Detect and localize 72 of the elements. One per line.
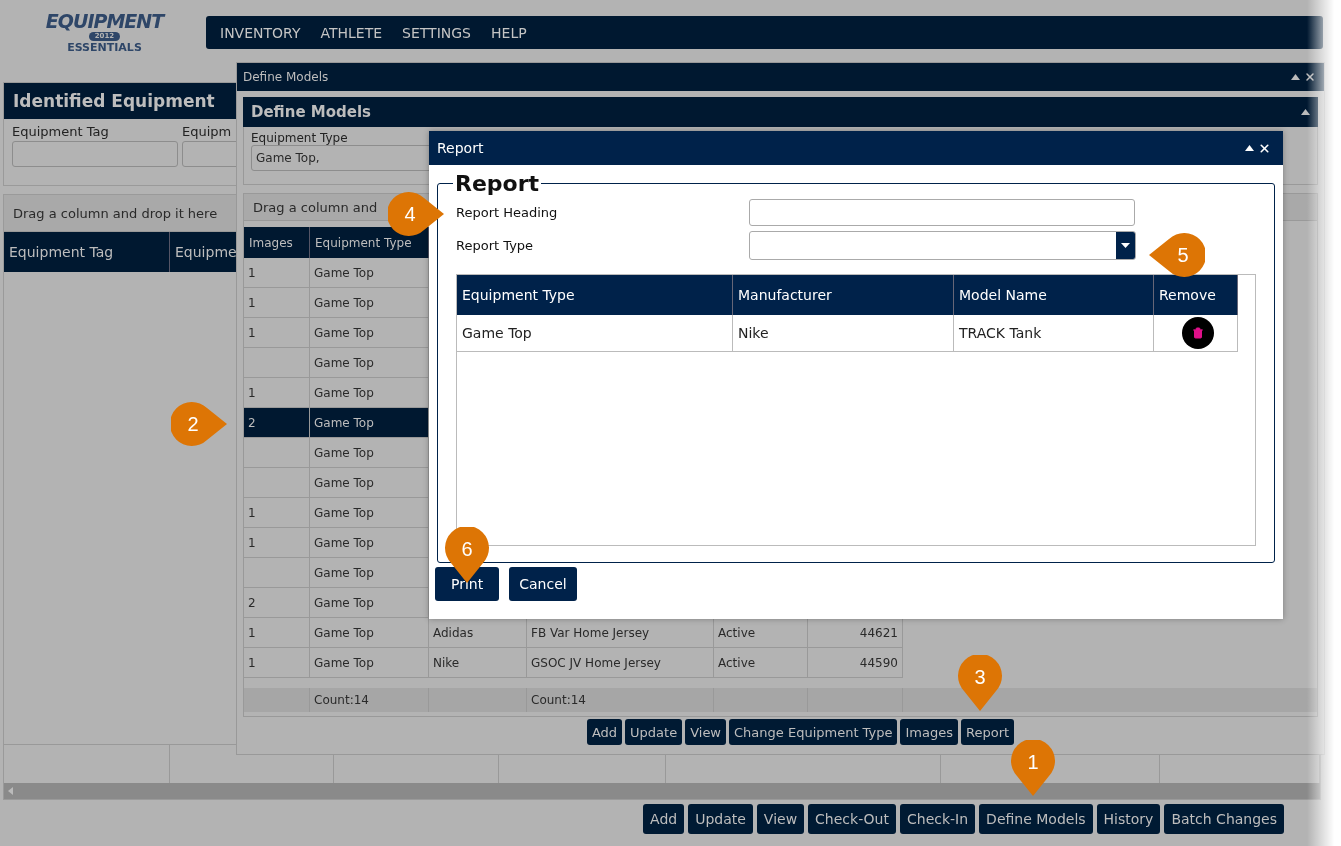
input-field[interactable] xyxy=(12,141,178,167)
toolbar-button[interactable]: Add xyxy=(643,804,685,834)
column-header[interactable]: Model Name xyxy=(954,275,1154,315)
table-cell: Nike xyxy=(733,315,954,351)
table-cell: 1 xyxy=(244,648,310,678)
column-header[interactable]: Equipment Type xyxy=(457,275,733,315)
field-label: Report Heading xyxy=(456,205,559,220)
window-title: Define Models xyxy=(243,70,329,84)
callout-marker: 3 xyxy=(958,655,1002,711)
group-title: Report xyxy=(454,171,541,196)
table-cell: 1 xyxy=(244,318,310,348)
collapse-icon[interactable] xyxy=(1301,109,1310,115)
dialog-button[interactable]: Cancel xyxy=(509,567,577,601)
input-field[interactable] xyxy=(749,199,1135,226)
table-cell: GSOC JV Home Jersey xyxy=(527,648,714,678)
table-cell: 1 xyxy=(244,618,310,648)
table-cell: 2 xyxy=(244,588,310,618)
toolbar-button[interactable]: History xyxy=(1096,804,1161,834)
field-label: Equipment Type xyxy=(251,131,349,145)
grid-button[interactable]: View xyxy=(685,719,726,745)
report-type-select[interactable] xyxy=(749,231,1136,260)
dropdown-icon[interactable] xyxy=(1121,243,1130,248)
grid-button[interactable]: Add xyxy=(586,719,623,745)
close-icon[interactable] xyxy=(1304,71,1316,83)
toolbar-button[interactable]: Update xyxy=(688,804,753,834)
grid-button[interactable]: Report xyxy=(961,719,1015,745)
panel-title: Define Models xyxy=(251,103,372,121)
callout-marker: 5 xyxy=(1149,233,1205,277)
collapse-icon[interactable] xyxy=(1291,74,1300,80)
table-cell: Active xyxy=(714,648,808,678)
count-cell: Count:14 xyxy=(310,688,429,712)
scrollbar[interactable] xyxy=(4,783,1320,799)
table-cell: Game Top xyxy=(457,315,733,351)
table-cell: Game Top xyxy=(310,618,429,648)
nav-item[interactable]: SETTINGS xyxy=(392,24,481,41)
table-cell: Nike xyxy=(429,648,527,678)
toolbar-button[interactable]: Define Models xyxy=(979,804,1093,834)
table-cell: TRACK Tank xyxy=(954,315,1154,351)
toolbar-button[interactable]: Check-In xyxy=(900,804,976,834)
count-cell: Count:14 xyxy=(527,688,714,712)
nav-item[interactable]: HELP xyxy=(481,24,537,41)
toolbar-button[interactable]: Check-Out xyxy=(808,804,896,834)
field-label: Equipm xyxy=(182,124,232,139)
callout-marker: 2 xyxy=(171,402,227,446)
table-cell: 44590 xyxy=(808,648,903,678)
callout-marker: 4 xyxy=(388,192,444,236)
table-cell: 1 xyxy=(244,528,310,558)
nav-item[interactable]: ATHLETE xyxy=(310,24,393,41)
toolbar-button[interactable]: View xyxy=(756,804,805,834)
grid-row[interactable]: 1 Game Top Nike GSOC JV Home Jersey Active 44590 xyxy=(244,648,903,678)
nav-item[interactable]: INVENTORY xyxy=(210,24,311,41)
table-cell: 1 xyxy=(244,258,310,288)
table-cell: 1 xyxy=(244,498,310,528)
table-cell: Game Top xyxy=(310,648,429,678)
delete-button[interactable] xyxy=(1182,317,1214,349)
dialog-title: Report xyxy=(437,140,484,156)
table-cell: 2 xyxy=(244,408,310,438)
grid-button[interactable]: Update xyxy=(625,719,683,745)
grid-button[interactable]: Change Equipment Type xyxy=(729,719,898,745)
column-header[interactable]: Images xyxy=(244,227,310,258)
callout-marker: 1 xyxy=(1011,740,1055,796)
field-label: Equipment Tag xyxy=(12,124,109,139)
grid-button[interactable]: Images xyxy=(900,719,958,745)
trash-icon xyxy=(1192,327,1204,339)
close-icon[interactable] xyxy=(1258,141,1271,155)
column-header[interactable]: Remove xyxy=(1154,275,1238,315)
field-label: Report Type xyxy=(456,238,535,253)
column-header[interactable]: Manufacturer xyxy=(733,275,954,315)
toolbar-button[interactable]: Batch Changes xyxy=(1164,804,1284,834)
column-header[interactable]: Equipment Tag xyxy=(4,232,170,272)
collapse-icon[interactable] xyxy=(1245,145,1254,151)
table-cell: 1 xyxy=(244,288,310,318)
